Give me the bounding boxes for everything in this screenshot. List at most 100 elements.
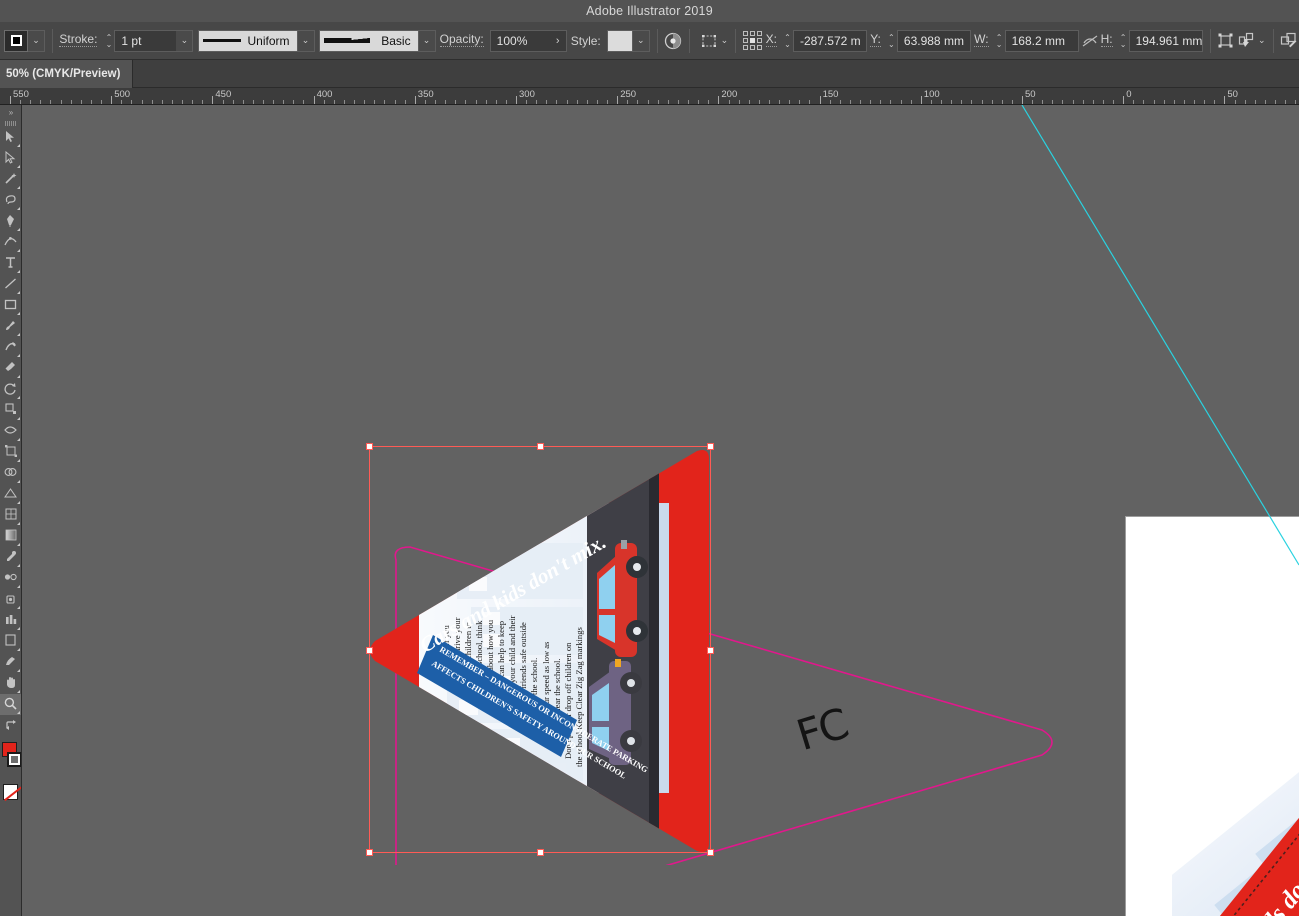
hand-tool-icon [5, 676, 17, 692]
ruler-tick-minor [161, 100, 163, 104]
style-control[interactable]: ⌄ [606, 29, 650, 52]
reference-point-icon[interactable] [742, 31, 762, 50]
stroke-weight-value[interactable]: 1 pt [114, 29, 177, 52]
fill-stroke-indicator[interactable] [0, 740, 21, 782]
stroke-weight-dropdown-icon[interactable]: ⌄ [176, 29, 194, 52]
tool-free-transform-tool[interactable] [0, 442, 21, 463]
fill-stroke-control[interactable]: ⌄ [4, 29, 45, 52]
select-similar-icon[interactable] [697, 29, 721, 53]
tool-shaper-tool[interactable] [0, 337, 21, 358]
ruler-tick-minor [799, 100, 801, 104]
tool-mesh-tool[interactable] [0, 505, 21, 526]
x-stepper[interactable]: ⌃ ⌄ [782, 30, 793, 52]
canvas-area[interactable]: Cars and kids don't mi C [22, 105, 1299, 916]
y-label: Y: [870, 32, 881, 47]
style-swatch[interactable] [606, 29, 633, 52]
tool-direct-selection-tool[interactable] [0, 148, 21, 169]
select-similar-dropdown-icon[interactable]: ⌄ [721, 35, 729, 46]
tool-eyedropper-tool[interactable] [0, 547, 21, 568]
ruler-tick-minor [1163, 100, 1165, 104]
y-stepper[interactable]: ⌃ ⌄ [886, 30, 897, 52]
tool-hand-tool[interactable] [0, 673, 21, 694]
h-stepper[interactable]: ⌃ ⌄ [1118, 30, 1129, 52]
ruler-tick-minor [1194, 100, 1196, 104]
ruler-tick-minor [121, 100, 123, 104]
tool-eraser-tool[interactable] [0, 358, 21, 379]
opacity-value[interactable]: 100% [489, 29, 550, 52]
tool-selection-tool[interactable] [0, 127, 21, 148]
tool-column-graph-tool[interactable] [0, 610, 21, 631]
ruler-label: 0 [1126, 89, 1132, 100]
stroke-weight-control[interactable]: ⌃ ⌄ 1 pt ⌄ [103, 29, 194, 52]
w-control[interactable]: ⌃ ⌄ 168.2 mm [994, 29, 1079, 52]
y-value[interactable]: 63.988 mm [896, 29, 971, 52]
horizontal-ruler[interactable]: 550 500 450 400 350 300 250 200 150 100 50 0 50 [0, 88, 1299, 105]
none-swatch[interactable] [3, 784, 18, 800]
h-label: H: [1100, 32, 1113, 47]
tool-symbol-sprayer-tool[interactable] [0, 589, 21, 610]
align-dropdown-icon[interactable]: ⌄ [1258, 35, 1266, 46]
ruler-tick-minor [769, 100, 770, 104]
y-control[interactable]: ⌃ ⌄ 63.988 mm [886, 29, 971, 52]
opacity-control[interactable]: 100% › [489, 29, 567, 52]
align-panel-icon[interactable] [1234, 29, 1258, 53]
tool-scale-tool[interactable] [0, 400, 21, 421]
transform-panel-icon[interactable] [1217, 29, 1234, 53]
tool-slice-tool[interactable] [0, 652, 21, 673]
swap-fill-stroke-icon[interactable] [0, 715, 21, 736]
stroke-swatch[interactable] [7, 752, 21, 767]
stroke-profile-value: Uniform [247, 33, 290, 48]
tool-pen-tool[interactable] [0, 211, 21, 232]
ruler-tick-minor [1264, 100, 1266, 104]
document-tab[interactable]: 50% (CMYK/Preview) [0, 60, 134, 88]
tool-width-tool[interactable] [0, 421, 21, 442]
select-similar-control[interactable]: ⌄ [697, 29, 729, 53]
tools-panel-expand-button[interactable]: » [0, 105, 21, 119]
style-dropdown-icon[interactable]: ⌄ [632, 29, 650, 52]
ruler-tick-minor [1072, 100, 1074, 104]
tool-lasso-tool[interactable] [0, 190, 21, 211]
x-value[interactable]: -287.572 m [792, 29, 867, 52]
w-stepper[interactable]: ⌃ ⌄ [994, 30, 1005, 52]
tool-gradient-tool[interactable] [0, 526, 21, 547]
tool-type-tool[interactable] [0, 253, 21, 274]
h-control[interactable]: ⌃ ⌄ 194.961 mm [1118, 29, 1203, 52]
w-value[interactable]: 168.2 mm [1004, 29, 1079, 52]
tool-perspective-grid-tool[interactable] [0, 484, 21, 505]
stroke-profile-dropdown-icon[interactable]: ⌄ [297, 29, 315, 52]
lock-proportions-off-icon[interactable] [1081, 29, 1099, 53]
tool-line-segment-tool[interactable] [0, 274, 21, 295]
tools-panel-grip[interactable] [0, 119, 21, 127]
tool-curvature-tool[interactable] [0, 232, 21, 253]
stroke-profile-control[interactable]: Uniform ⌄ [197, 29, 315, 52]
brush-definition-dropdown-icon[interactable]: ⌄ [418, 29, 436, 52]
tool-zoom-tool[interactable] [0, 694, 21, 715]
fill-stroke-swatch[interactable] [4, 29, 28, 52]
x-control[interactable]: ⌃ ⌄ -287.572 m [782, 29, 867, 52]
tool-rotate-tool[interactable] [0, 379, 21, 400]
ruler-tick-minor [333, 100, 335, 104]
recolor-artwork-icon[interactable] [664, 29, 682, 53]
arrange-panel-icon[interactable] [1280, 29, 1297, 53]
fill-stroke-dropdown-icon[interactable]: ⌄ [28, 29, 45, 52]
ruler-tick-minor [222, 100, 224, 104]
h-value[interactable]: 194.961 mm [1128, 29, 1203, 52]
selection-bounding-box[interactable] [366, 443, 714, 856]
stroke-weight-stepper[interactable]: ⌃ ⌄ [103, 30, 114, 52]
brush-definition-control[interactable]: Basic ⌄ [318, 29, 436, 52]
tools-panel: » [0, 105, 22, 916]
align-panel-control[interactable]: ⌄ [1234, 29, 1266, 53]
tool-artboard-tool[interactable] [0, 631, 21, 652]
opacity-flyout-icon[interactable]: › [549, 29, 567, 52]
tool-magic-wand-tool[interactable] [0, 169, 21, 190]
tool-blend-tool[interactable] [0, 568, 21, 589]
tool-rectangle-tool[interactable] [0, 295, 21, 316]
ruler-tick-minor [647, 100, 649, 104]
artboard-tool-icon [5, 634, 16, 649]
paintbrush-tool-icon [4, 319, 17, 335]
ruler-tick-minor [698, 100, 700, 104]
magic-wand-tool-icon [4, 172, 17, 188]
tool-shape-builder-tool[interactable] [0, 463, 21, 484]
ruler-tick-minor [860, 100, 862, 104]
tool-paintbrush-tool[interactable] [0, 316, 21, 337]
